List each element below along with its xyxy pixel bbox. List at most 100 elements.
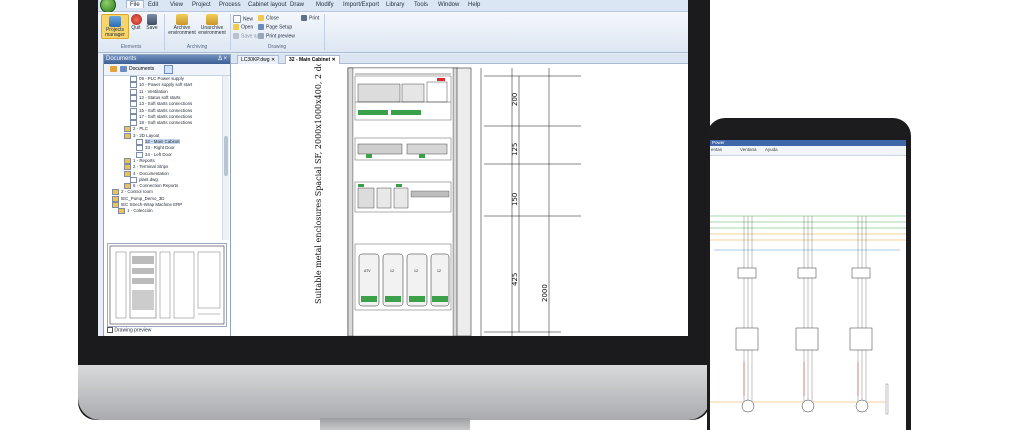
tree-scrollbar[interactable] [222,76,229,240]
tree-item-label: 4 - Documentation [133,170,169,176]
menu-tools[interactable]: Tools [414,2,428,8]
documents-panel: Documents Δ × Documents 09 - PLC Power s… [103,54,231,336]
documents-folder-icon[interactable] [120,66,127,72]
menu-bar: File Edit View Project Process Cabinet l… [98,0,688,13]
tree-item-label: 1 - Reports [133,158,155,164]
documents-dropdown[interactable]: Documents [129,66,154,72]
new-button[interactable]: New [233,15,253,23]
tree-item[interactable]: 11 - Ventilation [130,88,168,95]
menu-file[interactable]: File [126,0,144,8]
folder-icon [112,195,119,202]
tree-item[interactable]: 33 - Right Door [136,145,175,152]
documents-panel-header: Documents Δ × [104,55,230,64]
print-preview-button[interactable]: Print preview [258,33,295,39]
document-icon [136,139,143,145]
tree-item[interactable]: 32 - Main Cabinet [136,139,180,145]
folder-icon [124,170,131,177]
tree-item[interactable]: 6 - Connection Reports [124,183,179,190]
tree-item[interactable]: IEC Strech-Wrap Machine ERP [112,202,182,208]
ribbon: Projects manager Quit Save Elements Arch… [98,12,688,53]
menu-edit[interactable]: Edit [148,2,158,8]
group-label-archiving: Archiving [186,44,208,50]
menu-cabinet-layout[interactable]: Cabinet layout [248,2,286,8]
checkbox-icon[interactable] [107,327,113,333]
document-icon [130,76,137,82]
tree-item-label: 13 - Soft starts connections [139,101,193,107]
tree-item-label: IEC_Pump_Demo_3D [121,195,165,201]
projects-manager-button[interactable]: Projects manager [101,14,129,39]
drawing-canvas[interactable]: Suitable metal enclosures Spacial SF, 20… [231,42,688,336]
tree-item[interactable]: 3 - 2D Layout [124,132,160,139]
tab-close-icon[interactable]: ✕ [332,57,336,63]
close-icon [258,15,264,21]
save-as-button[interactable]: Save as [233,33,259,39]
tree-item[interactable]: 34 - Left Door [136,151,172,158]
close-button[interactable]: Close [258,15,279,21]
quit-button[interactable]: Quit [129,14,143,31]
tree-item[interactable]: 2 - Terminal Strips [124,164,168,171]
tree-item[interactable]: 09 - PLC Power supply [130,76,184,82]
tree-item-label: 3 - 2D Layout [133,132,160,138]
page-setup-button[interactable]: Page Setup [258,24,292,30]
archive-environment-button[interactable]: Archive environment [168,14,196,36]
ribbon-separator [230,14,231,50]
tree-item[interactable]: 15 - Soft starts connections [130,107,193,114]
dimension-150: 150 [511,193,519,206]
drive-label: 12 [437,269,441,273]
menu-draw[interactable]: Draw [290,2,304,8]
drive-label: ATV [364,269,371,273]
menu-library[interactable]: Library [386,2,404,8]
document-icon [130,107,137,114]
menu-window[interactable]: Window [438,2,459,8]
tree-scrollbar-thumb[interactable] [224,136,228,176]
tab-close-icon[interactable]: ✕ [271,57,275,63]
tab-lc30kp[interactable]: LC30KP.dwg ✕ [237,55,280,64]
tree-item[interactable]: 18 - Soft starts connections [130,120,192,127]
tree-item-label: 17 - Soft starts connections [139,113,193,119]
tree-item[interactable]: 2 - PLC [124,126,148,133]
document-icon [136,151,143,158]
imac-title: Power [712,140,725,145]
panel-pin-close-icon[interactable]: Δ × [218,56,227,62]
print-label: Print [309,15,320,22]
tree-item[interactable]: IEC_Pump_Demo_3D [112,195,165,202]
tree-item[interactable]: 1 - Colección [118,208,153,215]
unarchive-environment-button[interactable]: Unarchive environment [198,14,226,36]
folder-icon [112,189,119,196]
group-label-elements: Elements [120,44,142,50]
tree-item[interactable]: 12 - Status soft starts [130,94,180,101]
documents-add-icon[interactable] [110,66,117,72]
tree-item-label: 15 - Soft starts connections [139,107,193,113]
open-icon [233,24,239,30]
menu-process[interactable]: Process [219,2,241,8]
menu-view[interactable]: View [170,2,183,8]
open-button[interactable]: Open [233,24,253,30]
menu-import-export[interactable]: Import/Export [343,2,379,8]
menu-help[interactable]: Help [468,2,480,8]
folder-icon [124,126,131,133]
tree-item[interactable]: 2 - Control room [112,189,153,196]
menu-modify[interactable]: Modify [316,2,334,8]
documents-view-icon[interactable] [164,65,173,74]
tree-item[interactable]: 1 - Reports [124,157,155,164]
documents-toolbar: Documents [104,64,230,76]
print-button[interactable]: Print [301,15,319,21]
menu-project[interactable]: Project [192,2,211,8]
tree-item[interactable]: 17 - Soft starts connections [130,113,193,120]
drawing-preview-checkbox[interactable]: Drawing preview [107,327,151,333]
tab-main-cabinet[interactable]: 32 - Main Cabinet ✕ [285,55,340,64]
tree-item[interactable]: 4 - Documentation [124,170,169,177]
tree-item-label: 6 - Connection Reports [133,183,179,189]
new-label: New [243,16,254,23]
folder-icon [124,164,131,171]
print-icon [301,15,307,21]
document-icon [130,176,137,183]
document-tree: 09 - PLC Power supply 10 - Power supply s… [104,76,222,240]
save-button[interactable]: Save [146,14,158,31]
tree-item[interactable]: plant.dwg [130,176,158,183]
tree-item[interactable]: 10 - Power supply soft start [130,82,192,89]
folder-icon [112,202,119,208]
dimension-425: 425 [511,273,519,286]
document-icon [130,82,137,89]
tree-item[interactable]: 13 - Soft starts connections [130,101,193,108]
